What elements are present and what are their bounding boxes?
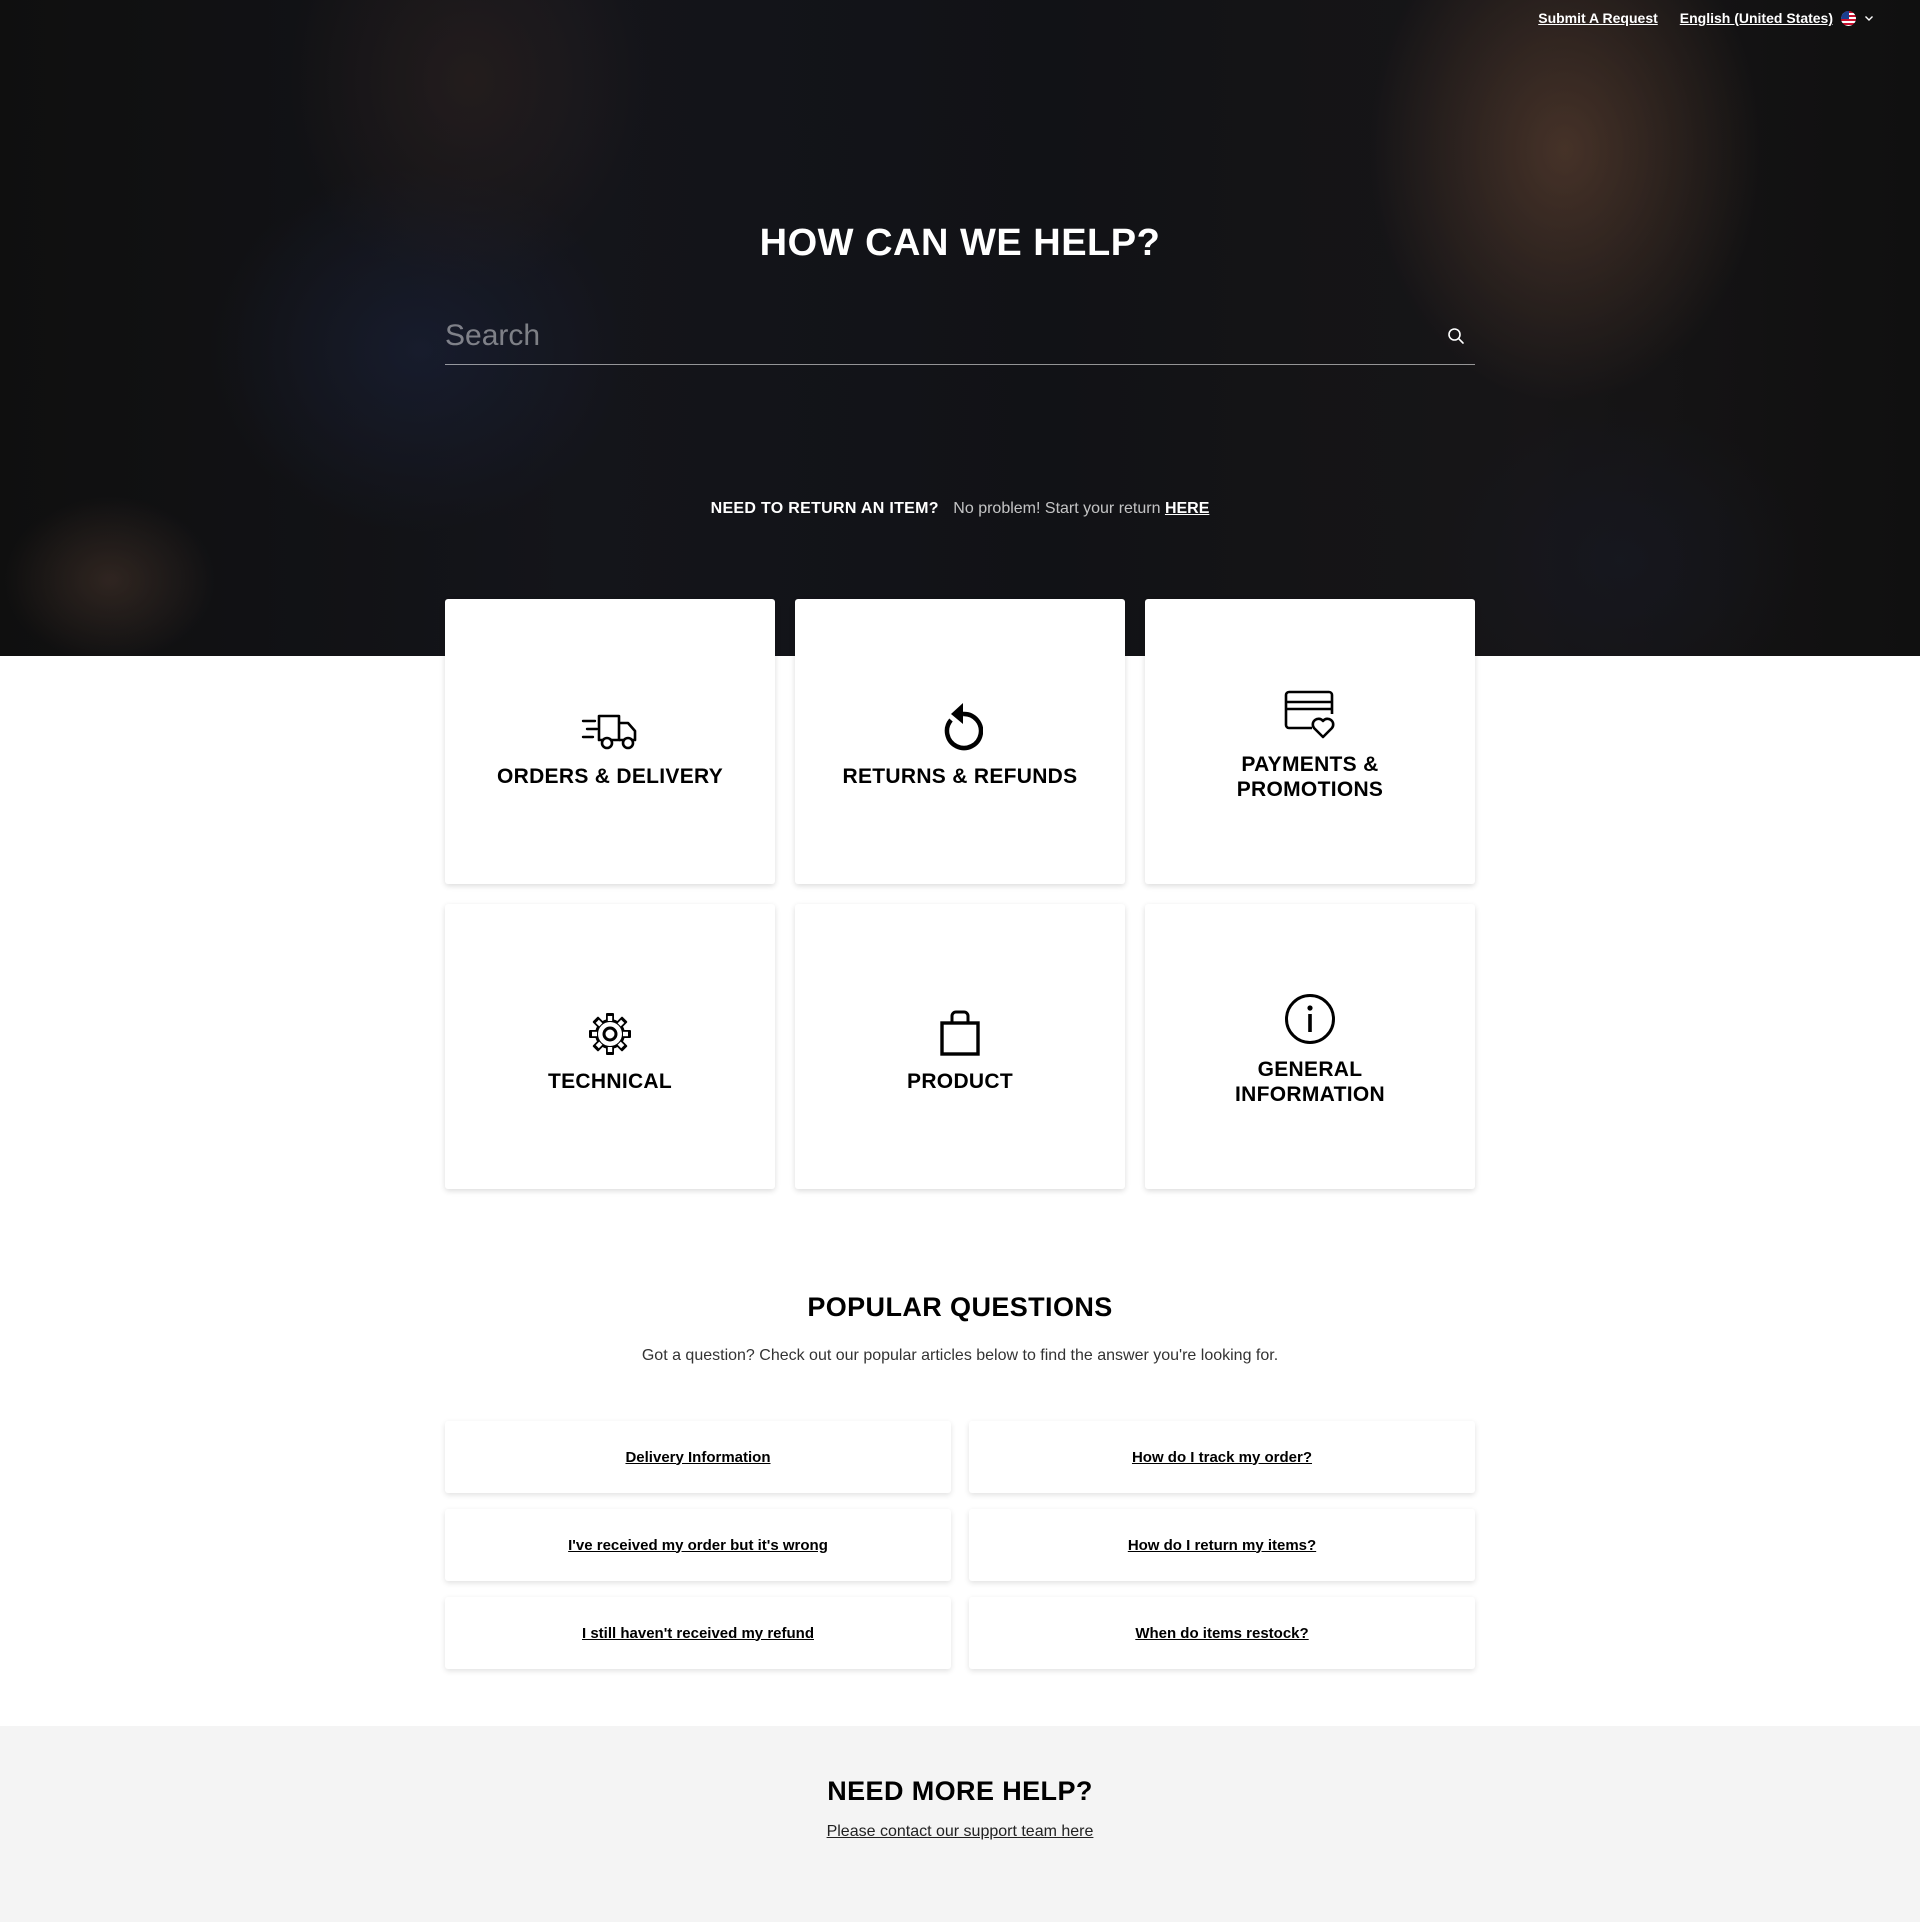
contact-support-link[interactable]: Please contact our support team here xyxy=(827,1823,1094,1840)
question-link-return-items[interactable]: How do I return my items? xyxy=(969,1509,1475,1581)
category-label: PRODUCT xyxy=(907,1070,1013,1093)
need-more-help-title: NEED MORE HELP? xyxy=(827,1776,1093,1806)
question-label: How do I track my order? xyxy=(1131,1448,1313,1466)
category-card-product[interactable]: PRODUCT xyxy=(795,904,1125,1189)
question-link-refund[interactable]: I still haven't received my refund xyxy=(445,1597,951,1669)
return-arrow-icon xyxy=(944,703,983,751)
submit-request-link[interactable]: Submit A Request xyxy=(1538,10,1658,26)
question-label: I've received my order but it's wrong xyxy=(568,1536,828,1554)
delivery-truck-icon xyxy=(581,714,637,750)
category-label: RETURNS & REFUNDS xyxy=(842,765,1078,788)
hero-banner: Submit A Request English (United States)… xyxy=(0,0,1920,656)
credit-card-heart-icon xyxy=(1284,690,1335,738)
top-nav: Submit A Request English (United States) xyxy=(1538,10,1874,26)
question-label: How do I return my items? xyxy=(1127,1536,1317,1554)
return-heading: NEED TO RETURN AN ITEM? xyxy=(710,500,939,517)
language-label: English (United States) xyxy=(1679,10,1833,26)
page-title: HOW CAN WE HELP? xyxy=(759,222,1161,264)
question-label: Delivery Information xyxy=(625,1448,771,1466)
gear-icon xyxy=(589,1013,631,1055)
category-label: TECHNICAL xyxy=(547,1070,673,1093)
category-grid: ORDERS & DELIVERY RETURNS & REFUNDS PAYM… xyxy=(445,599,1475,1189)
return-text: No problem! Start your return xyxy=(953,500,1165,517)
popular-questions-subtitle: Got a question? Check out our popular ar… xyxy=(641,1347,1279,1364)
info-icon xyxy=(1285,993,1335,1044)
language-selector[interactable]: English (United States) xyxy=(1680,10,1874,26)
question-link-restock[interactable]: When do items restock? xyxy=(969,1597,1475,1669)
shopping-bag-icon xyxy=(940,1010,980,1056)
category-card-technical[interactable]: TECHNICAL xyxy=(445,904,775,1189)
category-label: PAYMENTS & PROMOTIONS xyxy=(1236,752,1384,801)
category-card-general-information[interactable]: GENERAL INFORMATION xyxy=(1145,904,1475,1189)
category-label: GENERAL INFORMATION xyxy=(1235,1057,1385,1106)
search-input[interactable] xyxy=(445,307,1439,364)
return-banner: NEED TO RETURN AN ITEM? No problem! Star… xyxy=(0,500,1920,518)
search-bar xyxy=(445,307,1475,365)
popular-questions-list: Delivery Information How do I track my o… xyxy=(445,1421,1475,1669)
question-label: When do items restock? xyxy=(1135,1624,1309,1642)
category-label: ORDERS & DELIVERY xyxy=(496,765,724,788)
question-link-delivery-information[interactable]: Delivery Information xyxy=(445,1421,951,1493)
return-here-link[interactable]: HERE xyxy=(1165,500,1209,517)
question-link-track-order[interactable]: How do I track my order? xyxy=(969,1421,1475,1493)
us-flag-icon xyxy=(1841,10,1856,26)
search-button[interactable] xyxy=(1439,319,1473,353)
need-more-help-section: NEED MORE HELP? Please contact our suppo… xyxy=(0,1726,1920,1922)
search-icon xyxy=(1448,327,1464,344)
question-link-wrong-order[interactable]: I've received my order but it's wrong xyxy=(445,1509,951,1581)
popular-questions-title: POPULAR QUESTIONS xyxy=(807,1292,1113,1322)
question-label: I still haven't received my refund xyxy=(582,1624,814,1642)
chevron-down-icon xyxy=(1865,16,1873,21)
